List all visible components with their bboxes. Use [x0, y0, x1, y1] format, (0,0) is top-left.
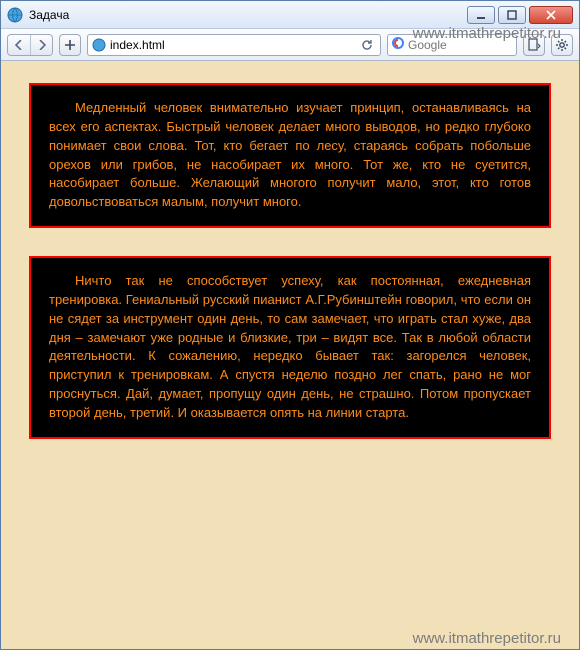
forward-button[interactable]	[30, 35, 52, 55]
address-bar[interactable]	[87, 34, 381, 56]
window-title: Задача	[29, 8, 467, 22]
gear-icon	[555, 38, 569, 52]
plus-icon	[64, 39, 76, 51]
page-icon	[92, 38, 106, 52]
page-viewport: Медленный человек внимательно изучает пр…	[1, 61, 579, 649]
browser-window: Задача	[0, 0, 580, 650]
minimize-icon	[476, 10, 486, 20]
refresh-button[interactable]	[358, 36, 376, 54]
close-icon	[545, 10, 557, 20]
new-tab-button[interactable]	[59, 34, 81, 56]
nav-group	[7, 34, 53, 56]
url-input[interactable]	[110, 36, 354, 54]
window-buttons	[467, 6, 573, 24]
paragraph: Ничто так не способствует успеху, как по…	[49, 272, 531, 423]
maximize-icon	[507, 10, 517, 20]
maximize-button[interactable]	[498, 6, 526, 24]
settings-button[interactable]	[551, 34, 573, 56]
text-block-1: Медленный человек внимательно изучает пр…	[29, 83, 551, 228]
titlebar: Задача	[1, 1, 579, 29]
page-menu-button[interactable]	[523, 34, 545, 56]
google-icon	[392, 36, 404, 54]
back-button[interactable]	[8, 35, 30, 55]
text-block-2: Ничто так не способствует успеху, как по…	[29, 256, 551, 439]
close-button[interactable]	[529, 6, 573, 24]
page-menu-icon	[527, 38, 541, 52]
forward-icon	[38, 40, 46, 50]
minimize-button[interactable]	[467, 6, 495, 24]
search-box[interactable]	[387, 34, 517, 56]
back-icon	[15, 40, 23, 50]
toolbar	[1, 29, 579, 61]
refresh-icon	[360, 38, 374, 52]
globe-icon	[7, 7, 23, 23]
paragraph: Медленный человек внимательно изучает пр…	[49, 99, 531, 212]
